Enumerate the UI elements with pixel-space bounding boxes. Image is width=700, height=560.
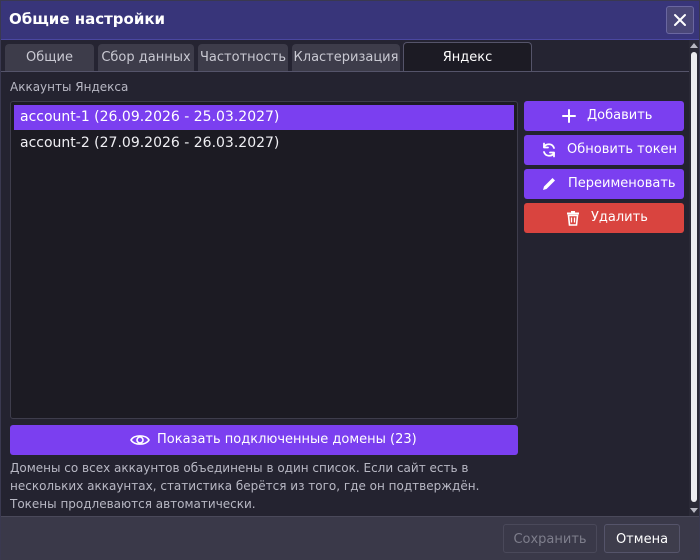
show-domains-button[interactable]: Показать подключенные домены (23) [10,425,518,455]
trash-icon [567,211,579,226]
accounts-note: Домены со всех аккаунтов объединены в од… [10,461,480,511]
dialog-footer: Сохранить Отмена [1,516,699,560]
settings-dialog: Общие настройки Общие Сбор данных Частот… [0,0,700,560]
show-domains-button-label: Показать подключенные домены (23) [157,432,417,447]
accounts-section-label: Аккаунты Яндекса [10,80,129,94]
delete-button[interactable]: Удалить [524,203,684,233]
tab-clustering[interactable]: Кластеризация [292,44,400,71]
accounts-list[interactable]: account-1 (26.09.2026 - 25.03.2027) acco… [10,101,518,419]
tab-general[interactable]: Общие [5,44,94,71]
plus-icon [562,109,576,123]
tab-content: Аккаунты Яндекса account-1 (26.09.2026 -… [1,72,690,516]
delete-button-label: Удалить [591,210,648,225]
vertical-scrollbar[interactable] [689,40,699,516]
refresh-token-button[interactable]: Обновить токен [524,135,684,165]
close-icon [674,14,686,26]
tab-data-collection[interactable]: Сбор данных [98,44,194,71]
list-item-account-2[interactable]: account-2 (27.09.2026 - 26.03.2027) [14,131,514,156]
scroll-down-arrow-icon[interactable] [690,508,698,513]
rename-button[interactable]: Переименовать [524,169,684,199]
scroll-up-arrow-icon[interactable] [690,43,698,48]
add-button[interactable]: Добавить [524,101,684,131]
add-button-label: Добавить [587,108,653,123]
close-button[interactable] [666,6,694,34]
refresh-token-button-label: Обновить токен [567,142,678,157]
title-bar: Общие настройки [1,1,699,40]
pencil-icon [543,178,555,190]
tab-bar: Общие Сбор данных Частотность Кластериза… [1,40,699,95]
list-item-account-1[interactable]: account-1 (26.09.2026 - 25.03.2027) [14,105,514,130]
save-button[interactable]: Сохранить [503,524,597,553]
dialog-title: Общие настройки [9,10,166,28]
tab-frequency[interactable]: Частотность [198,44,288,71]
cancel-button[interactable]: Отмена [604,524,680,553]
tab-yandex-webmaster[interactable]: Яндекс Вебмастер [403,42,532,95]
eye-icon [130,435,150,445]
scroll-thumb[interactable] [691,52,697,502]
refresh-icon [543,142,555,158]
rename-button-label: Переименовать [568,176,676,191]
